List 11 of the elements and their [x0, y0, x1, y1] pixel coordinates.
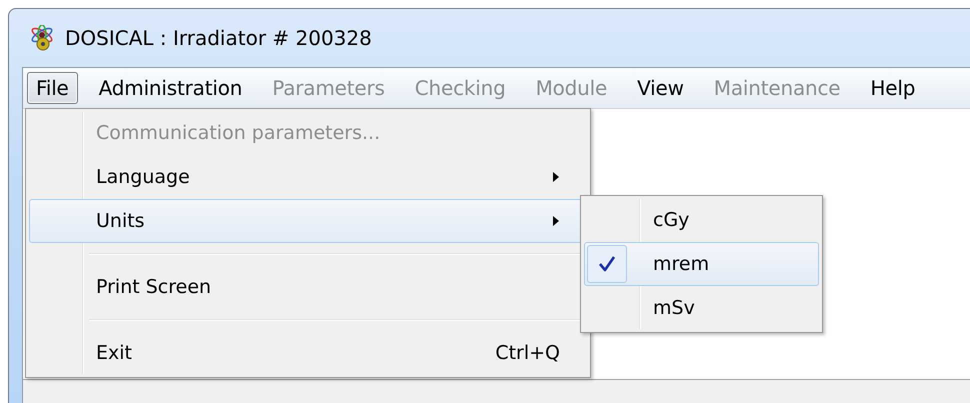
- menu-entry[interactable]: Exit Ctrl+Q: [29, 331, 587, 375]
- menu-entry[interactable]: Language: [29, 155, 587, 199]
- window-title: DOSICAL : Irradiator # 200328: [65, 26, 372, 50]
- menu-item[interactable]: View: [628, 72, 693, 104]
- menu-item[interactable]: Administration: [90, 72, 252, 104]
- menu-item[interactable]: Help: [861, 72, 924, 104]
- app-logo-icon: [29, 25, 55, 51]
- menu-item[interactable]: File: [27, 72, 78, 104]
- menu-entry[interactable]: cGy: [584, 198, 819, 242]
- menu-entry[interactable]: mrem: [584, 242, 819, 286]
- menu-entry[interactable]: mSv: [584, 286, 819, 330]
